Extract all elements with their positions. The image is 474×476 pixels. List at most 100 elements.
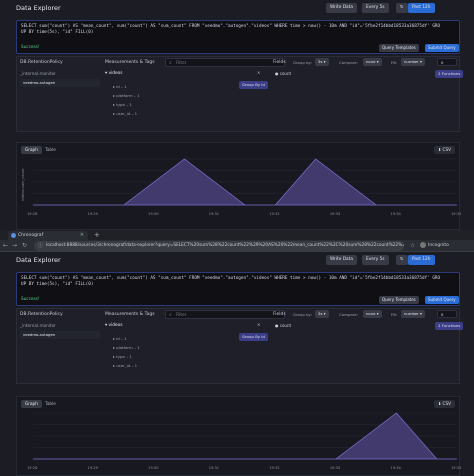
measurements-header: Measurements & Tags — [105, 60, 155, 65]
tag-user-id[interactable]: ▸ user_id – 1 — [113, 363, 137, 368]
db-item-selected[interactable]: veedmo.autogen — [20, 331, 100, 339]
db-header: DB.RetentionPolicy — [20, 60, 63, 65]
fill-number-input[interactable]: 0 — [437, 58, 457, 66]
reload-icon[interactable]: ↻ — [22, 241, 27, 251]
compare-select[interactable]: none ▾ — [363, 58, 382, 66]
query-editor[interactable]: SELECT sum("count") AS "mean_count", sum… — [16, 272, 460, 306]
schema-explorer: DB.RetentionPolicy _internal.monitor vee… — [16, 56, 464, 132]
tag-platform[interactable]: ▸ platform – 1 — [113, 93, 140, 98]
tab-strip: Chronograf × + — [0, 230, 474, 240]
info-icon[interactable]: ⓘ — [38, 241, 43, 251]
header: Data Explorer Write Data Every 5s ↻ Past… — [0, 0, 474, 16]
tab-graph[interactable]: Graph — [21, 400, 42, 408]
filter-input[interactable]: ⌕ Filter — [165, 310, 285, 319]
tag-platform[interactable]: ▸ platform – 1 — [113, 345, 140, 350]
field-count-checkbox[interactable]: ● count — [275, 71, 291, 76]
forward-icon[interactable]: → — [12, 241, 17, 251]
group-by-select[interactable]: 5s ▾ — [315, 58, 329, 66]
address-row: ← → ↻ localhost:8888/sources/3/chronogra… — [0, 240, 474, 252]
y-axis-label: videos.sum_count — [21, 168, 25, 201]
measurement-videos[interactable]: ▾ videos — [105, 71, 123, 76]
tab-table[interactable]: Table — [41, 400, 60, 408]
db-item[interactable]: _internal.monitor — [20, 323, 56, 328]
fields-header: Fields — [273, 60, 286, 65]
back-icon[interactable]: ← — [3, 241, 8, 251]
x-tick-label: 19:34 — [390, 212, 401, 216]
query-editor[interactable]: SELECT sum("count") AS "mean_count", sum… — [16, 20, 460, 54]
group-by-id-button[interactable]: Group By id — [239, 333, 268, 341]
group-by-select[interactable]: 5s ▾ — [315, 310, 329, 318]
functions-button[interactable]: 2 Functions — [435, 322, 464, 330]
incognito-badge[interactable]: Incognito — [420, 241, 449, 251]
tab-graph[interactable]: Graph — [21, 146, 42, 154]
fill-select[interactable]: number ▾ — [401, 58, 425, 66]
incognito-icon — [420, 241, 426, 248]
tag-type[interactable]: ▸ type – 1 — [113, 354, 132, 359]
db-header: DB.RetentionPolicy — [20, 312, 63, 317]
compare-select[interactable]: none ▾ — [363, 310, 382, 318]
query-text[interactable]: SELECT sum("count") AS "mean_count", sum… — [21, 24, 441, 36]
chart-panel: Graph Table ⬇ CSV videos.sum_count 19:28… — [16, 142, 461, 230]
refresh-icon[interactable]: ↻ — [396, 3, 408, 13]
x-tick-label: 19:33 — [329, 466, 341, 470]
x-tick-label: 19:35 — [451, 466, 462, 470]
query-templates-button[interactable]: Query Templates — [379, 296, 419, 304]
x-tick-label: 19:29 — [87, 466, 98, 470]
x-tick-label: 19:31 — [208, 212, 220, 216]
x-tick-label: 19:30 — [148, 466, 159, 470]
filter-input[interactable]: ⌕ Filter — [165, 58, 285, 67]
chart-plot — [33, 158, 457, 206]
query-templates-button[interactable]: Query Templates — [379, 44, 419, 52]
group-by-id-button[interactable]: Group By id — [239, 81, 268, 89]
address-bar[interactable]: localhost:8888/sources/3/chronograf/data… — [34, 241, 404, 251]
schema-explorer: DB.RetentionPolicy _internal.monitor vee… — [16, 308, 464, 384]
tag-user-id[interactable]: ▸ user_id – 1 — [113, 111, 137, 116]
field-count-checkbox[interactable]: ● count — [275, 323, 291, 328]
write-data-button[interactable]: Write Data — [326, 3, 357, 13]
x-tick-label: 19:28 — [27, 466, 38, 470]
csv-button[interactable]: ⬇ CSV — [433, 146, 455, 154]
compare-label: Compare: — [339, 60, 358, 65]
functions-button[interactable]: 2 Functions — [435, 70, 464, 78]
star-icon[interactable]: ☆ — [410, 241, 415, 251]
favicon-icon — [11, 233, 16, 238]
close-tab-icon[interactable]: × — [80, 231, 84, 240]
submit-query-button[interactable]: Submit Query — [425, 296, 459, 304]
csv-button[interactable]: ⬇ CSV — [433, 400, 455, 408]
refresh-dropdown[interactable]: Every 5s — [362, 3, 389, 13]
explorer-panel-bottom: Data Explorer Write Data Every 5s ↻ Past… — [0, 252, 474, 476]
fill-label: Fill: — [391, 60, 398, 65]
tab-table[interactable]: Table — [41, 146, 60, 154]
x-tick-label: 19:32 — [269, 212, 280, 216]
new-tab-button[interactable]: + — [94, 230, 100, 240]
fill-number-input[interactable]: 0 — [437, 310, 457, 318]
time-range-dropdown[interactable]: Past 12h — [408, 3, 435, 13]
x-tick-label: 19:31 — [208, 466, 220, 470]
search-icon: ⌕ — [169, 60, 172, 66]
tag-id[interactable]: ▸ id – 1 — [113, 336, 127, 341]
submit-query-button[interactable]: Submit Query — [425, 44, 459, 52]
query-status: Success! — [21, 296, 40, 301]
query-text[interactable]: SELECT sum("count") AS "mean_count", sum… — [21, 276, 441, 288]
measurement-videos[interactable]: ▾ videos — [105, 323, 123, 328]
fill-select[interactable]: number ▾ — [401, 310, 425, 318]
close-icon[interactable]: × — [257, 322, 260, 327]
x-tick-label: 19:28 — [27, 212, 38, 216]
close-icon[interactable]: × — [257, 70, 260, 75]
query-status: Success! — [21, 44, 40, 49]
time-range-dropdown[interactable]: Past 12h — [408, 255, 435, 265]
x-tick-label: 19:29 — [87, 212, 98, 216]
write-data-button[interactable]: Write Data — [326, 255, 357, 265]
db-item[interactable]: _internal.monitor — [20, 71, 56, 76]
chart-plot — [33, 412, 457, 460]
refresh-icon[interactable]: ↻ — [396, 255, 408, 265]
refresh-dropdown[interactable]: Every 5s — [362, 255, 389, 265]
tag-type[interactable]: ▸ type – 1 — [113, 102, 132, 107]
group-by-label: Group by: — [293, 312, 312, 317]
db-item-selected[interactable]: veedmo.autogen — [20, 79, 100, 87]
tag-id[interactable]: ▸ id – 1 — [113, 84, 127, 89]
header: Data Explorer Write Data Every 5s ↻ Past… — [0, 252, 474, 268]
browser-chrome: Chronograf × + ← → ↻ localhost:8888/sourc… — [0, 230, 474, 252]
browser-tab[interactable]: Chronograf × — [8, 231, 88, 240]
x-tick-label: 19:30 — [148, 212, 159, 216]
